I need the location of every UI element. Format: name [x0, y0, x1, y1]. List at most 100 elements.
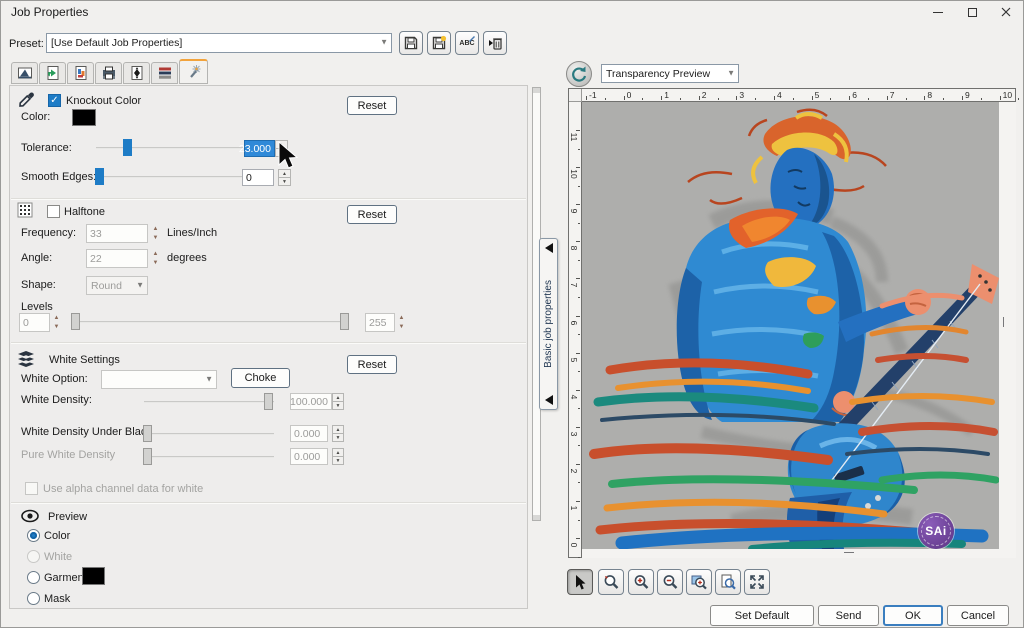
save-preset-as-button[interactable] — [427, 31, 451, 55]
v-ruler: 11109876543210 — [569, 102, 582, 557]
tab-printer-options[interactable] — [95, 62, 122, 84]
ruler-label: 0 — [569, 539, 579, 551]
tolerance-slider-track[interactable] — [96, 147, 246, 149]
white-under-black-track[interactable] — [144, 433, 274, 435]
angle-label: Angle: — [21, 252, 52, 264]
preview-color-label: Color — [44, 530, 70, 542]
mouse-cursor — [277, 141, 301, 173]
frequency-spinner[interactable]: ▲▼ — [150, 224, 161, 243]
cancel-button[interactable]: Cancel — [947, 605, 1009, 626]
smooth-edges-slider-track[interactable] — [96, 176, 246, 178]
layers-icon — [17, 351, 35, 367]
scrollbar-bottom-cap[interactable] — [533, 515, 540, 520]
white-density-track[interactable] — [144, 401, 274, 403]
fit-window-button[interactable] — [744, 569, 770, 595]
zoom-out-button[interactable] — [657, 569, 683, 595]
color-label: Color: — [21, 111, 50, 123]
levels-min-input[interactable]: 0 — [19, 313, 50, 332]
levels-max-handle[interactable] — [340, 313, 349, 330]
white-density-label: White Density: — [21, 394, 92, 406]
zoom-selected-button[interactable] — [686, 569, 712, 595]
levels-min-spinner[interactable]: ▲▼ — [51, 313, 62, 332]
tolerance-label: Tolerance: — [21, 142, 72, 154]
zoom-page-icon — [719, 573, 737, 591]
halftone-reset-button[interactable]: Reset — [347, 205, 397, 224]
tab-separations[interactable] — [123, 62, 150, 84]
tab-workflow[interactable] — [39, 62, 66, 84]
zoom-in-button[interactable] — [628, 569, 654, 595]
minimize-button[interactable] — [925, 1, 951, 23]
preset-label: Preset: — [9, 38, 44, 50]
preview-white-radio[interactable] — [27, 550, 40, 563]
artwork-area — [582, 102, 999, 549]
rename-preset-button[interactable]: ABC — [455, 31, 479, 55]
tab-layout[interactable] — [11, 62, 38, 84]
preset-dropdown[interactable]: [Use Default Job Properties] ▼ — [46, 33, 392, 53]
pure-white-density-track[interactable] — [144, 456, 274, 458]
save-preset-button[interactable] — [399, 31, 423, 55]
halftone-checkbox[interactable] — [47, 205, 60, 218]
spin-down-icon[interactable]: ▼ — [278, 178, 291, 186]
white-density-spinner[interactable]: ▲▼ — [332, 393, 344, 410]
tab-color-adjustments[interactable] — [151, 62, 178, 84]
chevron-down-icon: ▼ — [380, 38, 388, 47]
scrollbar-top-cap[interactable] — [533, 88, 540, 93]
levels-min-handle[interactable] — [71, 313, 80, 330]
close-button[interactable] — [993, 1, 1019, 23]
white-under-black-spinner[interactable]: ▲▼ — [332, 425, 344, 442]
ok-button[interactable]: OK — [883, 605, 943, 626]
chevron-down-icon: ▼ — [136, 280, 144, 289]
knockout-reset-button[interactable]: Reset — [347, 96, 397, 115]
basic-job-properties-tab[interactable]: Basic job properties — [539, 238, 558, 410]
set-default-button[interactable]: Set Default — [710, 605, 814, 626]
render-preview-button[interactable] — [566, 61, 592, 87]
alpha-channel-checkbox[interactable] — [25, 482, 38, 495]
choke-button[interactable]: Choke — [231, 368, 290, 388]
white-option-dropdown[interactable]: ▼ — [101, 370, 217, 389]
pure-white-density-handle[interactable] — [143, 448, 152, 465]
preview-frame: -1012345678910 11109876543210 — [568, 88, 1016, 558]
preview-canvas[interactable] — [582, 102, 1016, 558]
levels-max-spinner[interactable]: ▲▼ — [396, 313, 407, 332]
separations-tab-icon — [129, 65, 145, 81]
ruler-label: 0 — [627, 90, 632, 100]
tolerance-slider-handle[interactable] — [123, 139, 132, 156]
ruler-label: 8 — [927, 90, 932, 100]
shape-dropdown[interactable]: Round▼ — [86, 276, 148, 295]
delete-preset-button[interactable] — [483, 31, 507, 55]
maximize-button[interactable] — [959, 1, 985, 23]
white-density-handle[interactable] — [264, 393, 273, 410]
knockout-color-checkbox[interactable]: ✓ — [48, 94, 61, 107]
select-tool-button[interactable] — [567, 569, 593, 595]
frequency-input[interactable]: 33 — [86, 224, 148, 243]
preview-color-radio[interactable] — [27, 529, 40, 542]
preview-mask-label: Mask — [44, 593, 70, 605]
knockout-color-swatch[interactable] — [72, 109, 96, 126]
preview-mask-radio[interactable] — [27, 592, 40, 605]
ruler-label: 2 — [702, 90, 707, 100]
white-density-input[interactable]: 100.000 — [290, 393, 332, 410]
preview-mode-dropdown[interactable]: Transparency Preview▼ — [601, 64, 739, 83]
send-button[interactable]: Send — [818, 605, 879, 626]
pure-white-density-spinner[interactable]: ▲▼ — [332, 448, 344, 465]
h-ruler: -1012345678910 — [582, 89, 1015, 102]
smooth-edges-input[interactable]: 0 — [242, 169, 274, 186]
levels-max-input[interactable]: 255 — [365, 313, 395, 332]
smooth-edges-slider-handle[interactable] — [95, 168, 104, 185]
tolerance-input[interactable]: 23.000 — [244, 140, 275, 157]
tab-advanced-effects[interactable] — [179, 59, 208, 84]
garment-color-swatch[interactable] — [82, 567, 105, 585]
preview-garment-radio[interactable] — [27, 571, 40, 584]
tab-color-management[interactable] — [67, 62, 94, 84]
zoom-page-button[interactable] — [715, 569, 741, 595]
zoom-tool-button[interactable] — [598, 569, 624, 595]
levels-slider-track[interactable] — [71, 321, 349, 323]
pure-white-density-input[interactable]: 0.000 — [290, 448, 328, 465]
white-under-black-input[interactable]: 0.000 — [290, 425, 328, 442]
ruler-label: 7 — [569, 279, 579, 291]
ruler-label: 8 — [569, 242, 579, 254]
angle-input[interactable]: 22 — [86, 249, 148, 268]
white-under-black-handle[interactable] — [143, 425, 152, 442]
angle-spinner[interactable]: ▲▼ — [150, 249, 161, 268]
white-reset-button[interactable]: Reset — [347, 355, 397, 374]
